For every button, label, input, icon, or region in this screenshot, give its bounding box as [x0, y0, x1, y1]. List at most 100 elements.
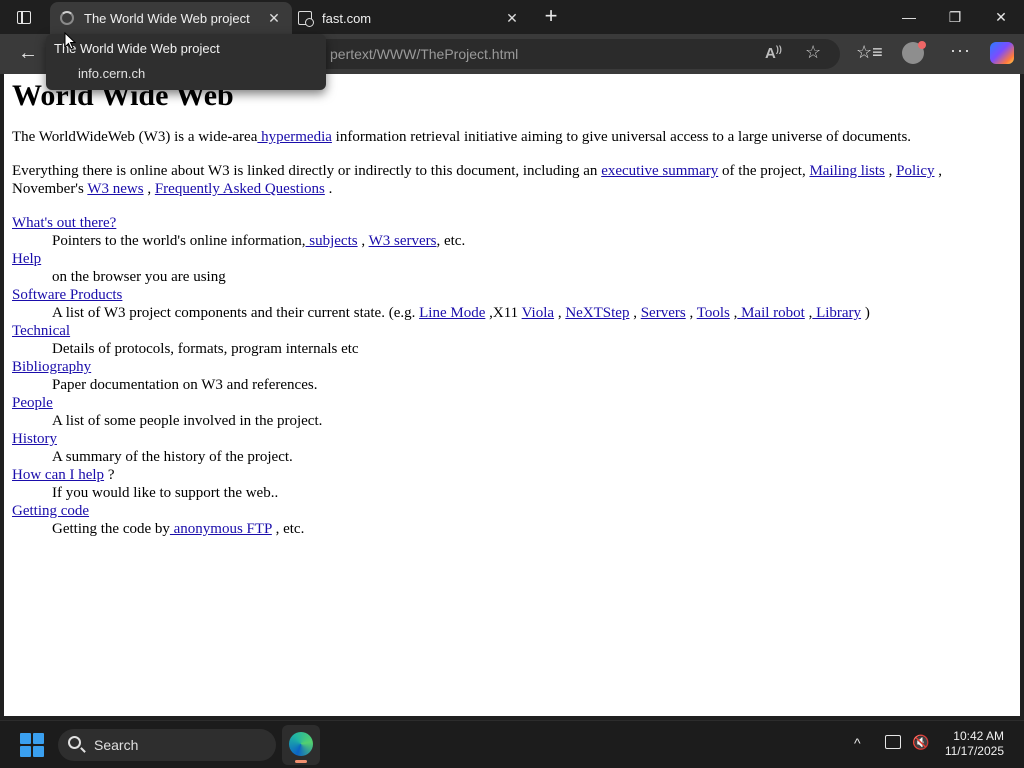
list-item-description: If you would like to support the web..: [52, 485, 279, 501]
separator-text: ,: [685, 305, 697, 321]
overview-text: Everything there is online about W3 is l…: [12, 163, 602, 179]
tools-link[interactable]: Tools: [697, 305, 730, 321]
description-text: , etc.: [436, 233, 466, 249]
chevron-up-icon[interactable]: ^: [854, 735, 861, 751]
line-mode-link[interactable]: Line Mode: [419, 305, 485, 321]
list-item-description: Details of protocols, formats, program i…: [52, 341, 359, 357]
clock-time: 10:42 AM: [953, 729, 1004, 743]
list-item-title: Technical: [12, 322, 1014, 340]
viola-link[interactable]: Viola: [522, 305, 554, 321]
taskbar: Search ^ 🔇 10:42 AM 11/17/2025: [0, 720, 1024, 768]
back-icon[interactable]: ←: [14, 42, 42, 66]
list-item-title: Getting code: [12, 502, 1014, 520]
help-link[interactable]: Help: [12, 251, 41, 267]
restore-button[interactable]: ❐: [932, 0, 978, 34]
page-content: World Wide Web The WorldWideWeb (W3) is …: [12, 78, 1014, 538]
w3-news-link[interactable]: W3 news: [87, 181, 143, 197]
nextstep-link[interactable]: NeXTStep: [565, 305, 629, 321]
whats-out-there-link[interactable]: What's out there?: [12, 215, 116, 231]
software-products-link[interactable]: Software Products: [12, 287, 122, 303]
anonymous-ftp-link[interactable]: anonymous FTP: [170, 521, 272, 537]
list-item-description: on the browser you are using: [52, 269, 226, 285]
list-item-title: History: [12, 430, 1014, 448]
topics-list: What's out there? Pointers to the world'…: [12, 214, 1014, 538]
servers-link[interactable]: Servers: [641, 305, 686, 321]
bibliography-link[interactable]: Bibliography: [12, 359, 91, 375]
executive-summary-link[interactable]: executive summary: [601, 163, 718, 179]
overview-paragraph: Everything there is online about W3 is l…: [12, 162, 1014, 198]
network-icon[interactable]: [885, 735, 901, 749]
minimize-button[interactable]: ―: [886, 0, 932, 34]
close-window-button[interactable]: ✕: [978, 0, 1024, 34]
subjects-link[interactable]: subjects: [306, 233, 357, 249]
mouse-cursor-icon: [64, 31, 77, 55]
overview-text: .: [324, 181, 333, 197]
people-link[interactable]: People: [12, 395, 53, 411]
tab-actions-button[interactable]: [10, 6, 38, 28]
close-tab-icon[interactable]: ✕: [502, 10, 522, 27]
description-text: A list of W3 project components and thei…: [52, 305, 420, 321]
tab-fast-com[interactable]: fast.com ✕: [292, 2, 530, 34]
overview-text: of the project,: [718, 163, 810, 179]
list-item-description: Getting the code by anonymous FTP , etc.: [52, 520, 1014, 538]
list-item-description: A list of W3 project components and thei…: [52, 304, 1014, 322]
mail-robot-link[interactable]: Mail robot: [737, 305, 805, 321]
list-item-title: Help: [12, 250, 1014, 268]
tooltip-domain: info.cern.ch: [78, 66, 146, 81]
page-icon: [298, 11, 314, 27]
tab-hover-tooltip: The World Wide Web project info.cern.ch: [46, 34, 326, 90]
description-text: Getting the code by: [52, 521, 170, 537]
intro-text-end: information retrieval initiative aiming …: [331, 129, 912, 145]
taskbar-search[interactable]: Search: [58, 729, 276, 761]
faq-link[interactable]: Frequently Asked Questions: [155, 181, 325, 197]
profile-icon[interactable]: [902, 41, 926, 64]
close-tab-icon[interactable]: ✕: [264, 10, 284, 27]
hypermedia-link[interactable]: hypermedia: [257, 129, 332, 145]
overview-text: ,: [884, 163, 897, 179]
list-item-title: How can I help ?: [12, 466, 1014, 484]
favorites-icon[interactable]: ☆≡: [856, 42, 883, 63]
list-item-title: Bibliography: [12, 358, 1014, 376]
intro-text: The WorldWideWeb (W3) is a wide-area: [12, 129, 258, 145]
tab-world-wide-web-project[interactable]: The World Wide Web project ✕: [50, 2, 292, 34]
list-item-description: Paper documentation on W3 and references…: [52, 377, 318, 393]
title-suffix: ?: [104, 467, 115, 483]
volume-icon[interactable]: 🔇: [912, 734, 929, 751]
description-text: , etc.: [271, 521, 305, 537]
separator-text: ,: [629, 305, 641, 321]
how-can-i-help-link[interactable]: How can I help: [12, 467, 104, 483]
list-item-title: Software Products: [12, 286, 1014, 304]
separator-text: ,: [554, 305, 566, 321]
clock-date: 11/17/2025: [944, 744, 1004, 758]
edge-taskbar-icon[interactable]: [282, 725, 320, 765]
list-item-title: What's out there?: [12, 214, 1014, 232]
tab-label: The World Wide Web project: [84, 10, 250, 26]
loading-spinner-icon: [60, 11, 74, 25]
library-link[interactable]: Library: [812, 305, 861, 321]
mailing-lists-link[interactable]: Mailing lists: [809, 163, 884, 179]
separator-text: ,: [357, 233, 369, 249]
tooltip-title: The World Wide Web project: [54, 41, 220, 56]
overview-text: ,: [143, 181, 155, 197]
windows-start-icon[interactable]: [20, 733, 44, 757]
read-aloud-icon[interactable]: A)): [765, 44, 782, 62]
copilot-icon[interactable]: [990, 42, 1014, 64]
description-text: ): [861, 305, 870, 321]
edge-logo-icon: [289, 732, 313, 756]
history-link[interactable]: History: [12, 431, 57, 447]
w3-servers-link[interactable]: W3 servers: [369, 233, 437, 249]
system-clock[interactable]: 10:42 AM 11/17/2025: [945, 729, 1004, 759]
tab-actions-icon: [17, 10, 31, 24]
new-tab-button[interactable]: +: [540, 5, 562, 28]
getting-code-link[interactable]: Getting code: [12, 503, 89, 519]
more-icon[interactable]: ···: [950, 40, 971, 61]
technical-link[interactable]: Technical: [12, 323, 70, 339]
tab-bar: The World Wide Web project ✕ fast.com ✕ …: [0, 0, 1024, 34]
favorite-star-icon[interactable]: ☆: [805, 42, 821, 63]
separator-text: ,X11: [485, 305, 522, 321]
search-label: Search: [94, 737, 139, 753]
list-item-description: A list of some people involved in the pr…: [52, 413, 323, 429]
policy-link[interactable]: Policy: [896, 163, 934, 179]
url-text: pertext/WWW/TheProject.html: [330, 46, 519, 62]
intro-paragraph: The WorldWideWeb (W3) is a wide-area hyp…: [12, 128, 1014, 146]
